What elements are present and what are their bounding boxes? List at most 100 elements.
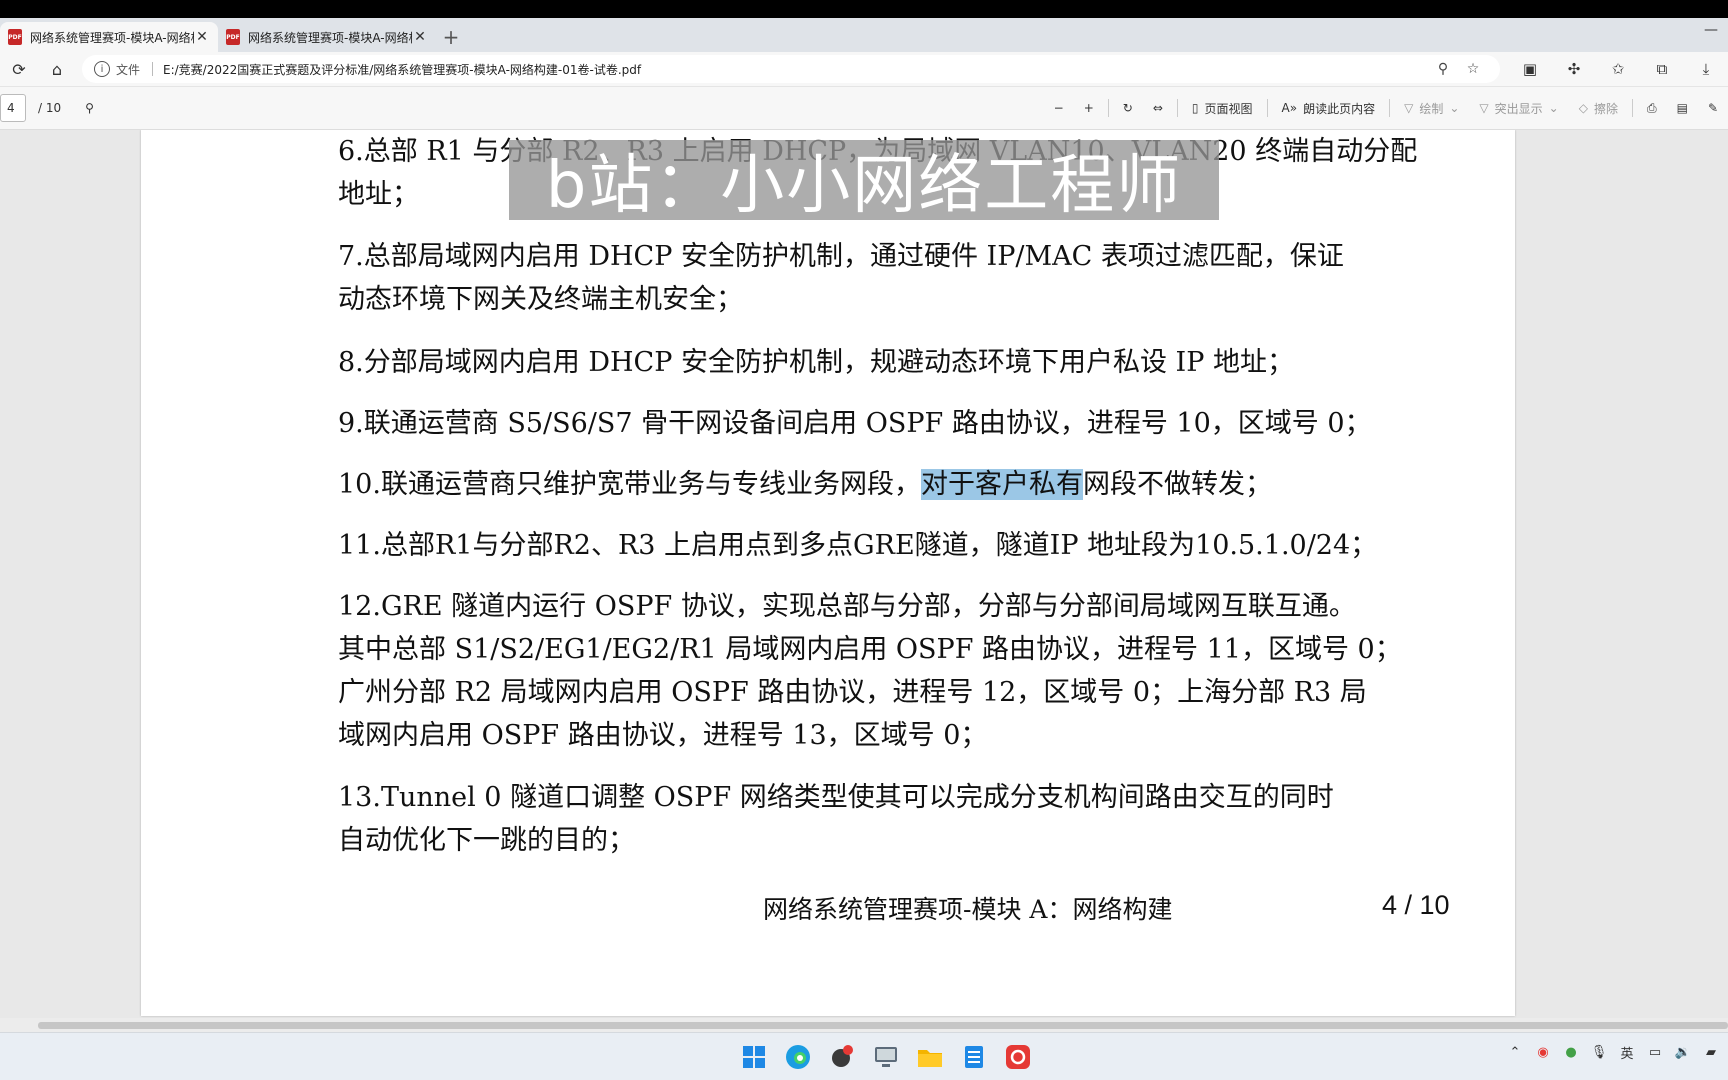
scrollbar-thumb[interactable] bbox=[38, 1022, 1728, 1029]
microphone-icon[interactable]: 🎙 bbox=[1590, 1045, 1608, 1060]
notepad-icon[interactable] bbox=[956, 1039, 992, 1075]
paragraph-8: 8.分部局域网内启用 DHCP 安全防护机制，规避动态环境下用户私设 IP 地址… bbox=[338, 341, 1294, 384]
url-text[interactable]: E:/竞赛/2022国赛正式赛题及评分标准/网络系统管理赛项-模块A-网络构建-… bbox=[163, 61, 1428, 78]
paragraph-10: 10.联通运营商只维护宽带业务与专线业务网段，对于客户私有网段不做转发； bbox=[338, 463, 1272, 506]
highlight-button[interactable]: ▽ 突出显示 ⌄ bbox=[1469, 94, 1568, 122]
divider bbox=[1107, 99, 1109, 117]
tab-title: 网络系统管理赛项-模块A-网络构 bbox=[30, 30, 194, 45]
draw-label: 绘制 bbox=[1419, 101, 1444, 116]
battery-icon[interactable]: ▰ bbox=[1702, 1045, 1720, 1060]
app-icon[interactable] bbox=[824, 1039, 860, 1075]
zoom-in-icon[interactable]: + bbox=[1074, 94, 1104, 122]
divider bbox=[1389, 99, 1391, 117]
read-aloud-icon: A» bbox=[1281, 101, 1298, 115]
highlight-icon: ▽ bbox=[1479, 101, 1489, 115]
taskbar: ⌃ ◉ ● 🎙 英 ▭ 🔉 ▰ bbox=[0, 1032, 1728, 1080]
page-number-input[interactable]: 4 bbox=[0, 94, 26, 122]
page-total: / 10 bbox=[38, 101, 62, 115]
save-icon[interactable]: ▤ bbox=[1667, 94, 1698, 122]
fit-width-icon[interactable]: ⇔ bbox=[1143, 94, 1173, 122]
address-bar[interactable]: i 文件 E:/竞赛/2022国赛正式赛题及评分标准/网络系统管理赛项-模块A-… bbox=[82, 55, 1500, 83]
rotate-icon[interactable]: ↻ bbox=[1113, 94, 1143, 122]
tab-pdf-2[interactable]: PDF 网络系统管理赛项-模块A-网络构 ✕ bbox=[218, 22, 436, 52]
read-aloud-button[interactable]: A» 朗读此页内容 bbox=[1272, 94, 1386, 122]
home-icon[interactable]: ⌂ bbox=[38, 54, 76, 84]
favorites-icon[interactable]: ✩ bbox=[1596, 54, 1640, 84]
search-icon[interactable]: ⚲ bbox=[75, 94, 104, 122]
paragraph-11: 11.总部R1与分部R2、R3 上启用点到多点GRE隧道，隧道IP 地址段为10… bbox=[338, 524, 1377, 567]
close-icon[interactable]: ✕ bbox=[412, 29, 428, 45]
eraser-icon: ◇ bbox=[1578, 101, 1588, 115]
new-tab-button[interactable]: + bbox=[436, 22, 466, 52]
extensions-icon[interactable]: ✣ bbox=[1552, 54, 1596, 84]
downloads-icon[interactable]: ⤓ bbox=[1684, 54, 1728, 84]
tab-strip: PDF 网络系统管理赛项-模块A-网络构 ✕ PDF 网络系统管理赛项-模块A-… bbox=[0, 18, 1728, 52]
wechat-tray-icon[interactable]: ● bbox=[1562, 1045, 1580, 1060]
text-line: 其中总部 S1/S2/EG1/EG2/R1 局域网内启用 OSPF 路由协议，进… bbox=[338, 634, 1402, 665]
page-view-icon: ▯ bbox=[1191, 101, 1199, 115]
minimize-icon[interactable]: — bbox=[1704, 22, 1718, 38]
volume-icon[interactable]: 🔉 bbox=[1674, 1045, 1692, 1060]
url-scheme: 文件 bbox=[116, 62, 141, 77]
address-row: ⟳ ⌂ i 文件 E:/竞赛/2022国赛正式赛题及评分标准/网络系统管理赛项-… bbox=[0, 52, 1728, 86]
zoom-icon[interactable]: ⚲ bbox=[1428, 61, 1458, 77]
page-view-button[interactable]: ▯ 页面视图 bbox=[1182, 94, 1263, 122]
text-selection[interactable]: 对于客户私有 bbox=[920, 469, 1083, 500]
text-line: 12.GRE 隧道内运行 OSPF 协议，实现总部与分部，分部与分部间局域网互联… bbox=[338, 591, 1356, 622]
pdf-icon: PDF bbox=[226, 29, 240, 45]
page-view-label: 页面视图 bbox=[1204, 101, 1253, 116]
text-line: 广州分部 R2 局域网内启用 OSPF 路由协议，进程号 12，区域号 0；上海… bbox=[338, 677, 1367, 708]
chevron-down-icon: ⌄ bbox=[1548, 101, 1559, 115]
pdf-page: 6.总部 R1 与分部 R2、R3 上启用 DHCP，为局域网 VLAN10、V… bbox=[141, 130, 1515, 1016]
text-line: 10.联通运营商只维护宽带业务与专线业务网段，对于客户私有网段不做转发； bbox=[338, 463, 1272, 506]
chevron-up-icon[interactable]: ⌃ bbox=[1506, 1045, 1524, 1060]
page-footer-number: 4 / 10 bbox=[1382, 890, 1450, 920]
taskbar-apps bbox=[736, 1039, 1036, 1075]
paragraph-12: 12.GRE 隧道内运行 OSPF 协议，实现总部与分部，分部与分部间局域网互联… bbox=[338, 585, 1402, 757]
paragraph-13: 13.Tunnel 0 隧道口调整 OSPF 网络类型使其可以完成分支机构间路由… bbox=[338, 776, 1334, 862]
tab-pdf-1[interactable]: PDF 网络系统管理赛项-模块A-网络构 ✕ bbox=[0, 22, 218, 52]
start-icon[interactable] bbox=[736, 1039, 772, 1075]
pdf-icon: PDF bbox=[8, 29, 22, 45]
text-line: 7.总部局域网内启用 DHCP 安全防护机制，通过硬件 IP/MAC 表项过滤匹… bbox=[338, 241, 1344, 272]
chevron-down-icon: ⌄ bbox=[1449, 101, 1460, 115]
read-aloud-label: 朗读此页内容 bbox=[1303, 101, 1376, 116]
favorite-add-icon[interactable]: ☆ bbox=[1458, 61, 1488, 77]
music-tray-icon[interactable]: ◉ bbox=[1534, 1045, 1552, 1060]
zoom-out-icon[interactable]: − bbox=[1044, 94, 1074, 122]
text-line: 9.联通运营商 S5/S6/S7 骨干网设备间启用 OSPF 路由协议，进程号 … bbox=[338, 408, 1372, 439]
close-icon[interactable]: ✕ bbox=[194, 29, 210, 45]
print-icon[interactable]: ⎙ bbox=[1637, 94, 1667, 122]
tab-title: 网络系统管理赛项-模块A-网络构 bbox=[248, 30, 412, 45]
music-app-icon[interactable] bbox=[1000, 1039, 1036, 1075]
text-line: 11.总部R1与分部R2、R3 上启用点到多点GRE隧道，隧道IP 地址段为10… bbox=[338, 530, 1378, 561]
divider bbox=[152, 62, 154, 76]
pdf-toolbar: 4 / 10 ⚲ − + ↻ ⇔ ▯ 页面视图 A» 朗读此页内容 ▽ 绘制 ⌄ ▽ 突出… bbox=[0, 86, 1728, 130]
watermark: b站：小小网络工程师 bbox=[509, 140, 1219, 223]
text-line: 自动优化下一跳的目的； bbox=[338, 825, 635, 856]
monitor-app-icon[interactable] bbox=[868, 1039, 904, 1075]
input-language[interactable]: 英 bbox=[1618, 1043, 1636, 1062]
folder-icon[interactable] bbox=[912, 1039, 948, 1075]
info-icon[interactable]: i bbox=[94, 61, 110, 77]
save-as-icon[interactable]: ✎ bbox=[1698, 94, 1728, 122]
edge-icon[interactable] bbox=[780, 1039, 816, 1075]
text-span: 10.联通运营商只维护宽带业务与专线业务网段， bbox=[338, 469, 921, 500]
system-tray: ⌃ ◉ ● 🎙 英 ▭ 🔉 ▰ bbox=[1506, 1043, 1720, 1062]
paragraph-7: 7.总部局域网内启用 DHCP 安全防护机制，通过硬件 IP/MAC 表项过滤匹… bbox=[338, 235, 1344, 321]
page-footer-title: 网络系统管理赛项-模块 A：网络构建 bbox=[763, 895, 1173, 924]
reading-mode-icon[interactable]: ▣ bbox=[1508, 54, 1552, 84]
erase-label: 擦除 bbox=[1593, 101, 1618, 116]
draw-button[interactable]: ▽ 绘制 ⌄ bbox=[1394, 94, 1469, 122]
text-line: 13.Tunnel 0 隧道口调整 OSPF 网络类型使其可以完成分支机构间路由… bbox=[338, 782, 1334, 813]
text-line: 动态环境下网关及终端主机安全； bbox=[338, 284, 743, 315]
refresh-icon[interactable]: ⟳ bbox=[0, 54, 38, 84]
network-icon[interactable]: ▭ bbox=[1646, 1045, 1664, 1060]
text-line: 域网内启用 OSPF 路由协议，进程号 13，区域号 0； bbox=[338, 720, 988, 751]
divider bbox=[1176, 99, 1178, 117]
horizontal-scrollbar[interactable] bbox=[0, 1018, 1728, 1032]
divider bbox=[1631, 99, 1633, 117]
collections-icon[interactable]: ⧉ bbox=[1640, 54, 1684, 84]
erase-button[interactable]: ◇ 擦除 bbox=[1569, 94, 1628, 122]
document-area[interactable]: 6.总部 R1 与分部 R2、R3 上启用 DHCP，为局域网 VLAN10、V… bbox=[0, 130, 1728, 1018]
